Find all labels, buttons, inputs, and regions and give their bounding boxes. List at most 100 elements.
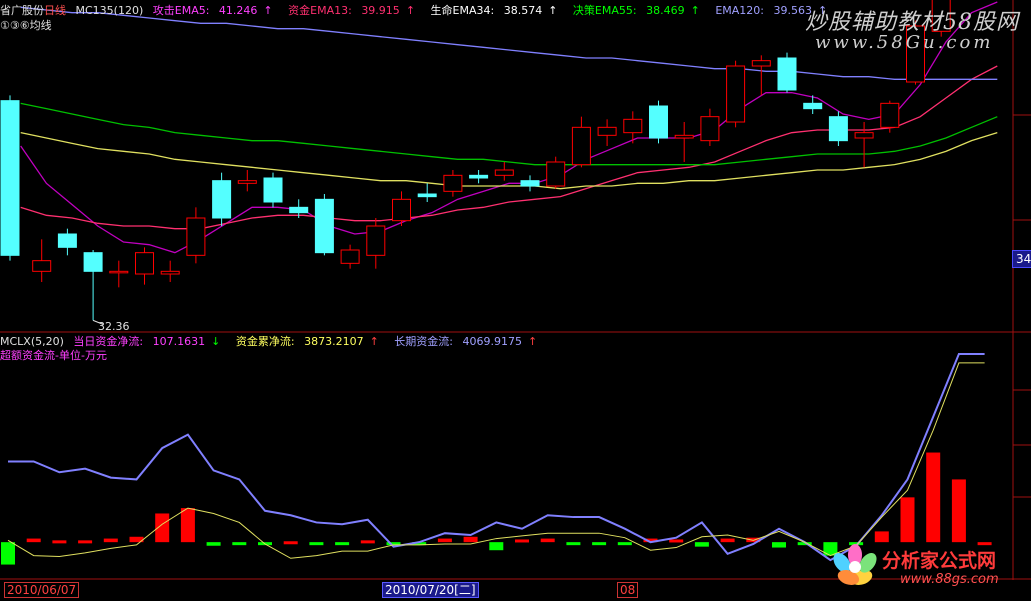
cum-flow-label: 资金累净流: xyxy=(235,335,295,348)
flow-bar xyxy=(926,452,941,543)
flow-bar xyxy=(26,538,41,543)
ema5-label: 攻击EMA5: xyxy=(152,4,210,17)
candle-body xyxy=(571,126,591,166)
flow-bar xyxy=(592,542,607,546)
watermark-url: www.58Gu.com xyxy=(815,32,994,53)
flower-icon xyxy=(833,544,877,585)
up-arrow-icon: ↑ xyxy=(548,4,558,17)
flow-bar xyxy=(463,536,478,543)
candle-body xyxy=(828,116,848,142)
daily-flow-value: 107.1631 xyxy=(152,335,206,348)
candle-body xyxy=(237,180,257,184)
flow-bar xyxy=(232,542,247,546)
candle-body xyxy=(880,102,900,128)
flow-bar xyxy=(437,538,452,543)
indicator-sub-label: 超额资金流-单位-万元 xyxy=(0,349,107,362)
period-label[interactable]: 日线 xyxy=(44,4,66,17)
ema34-value: 38.574 xyxy=(503,4,543,17)
ema120-label: EMA120: xyxy=(715,4,764,17)
date-selected[interactable]: 2010/07/20[二] xyxy=(382,582,479,598)
flow-bar xyxy=(951,479,966,543)
candle-body xyxy=(597,126,617,136)
date-right[interactable]: 08 xyxy=(617,582,639,598)
candle-body xyxy=(160,270,180,275)
candle-body xyxy=(263,177,283,203)
flow-bar xyxy=(669,539,684,543)
up-arrow-icon: ↑ xyxy=(263,4,273,17)
brand-url: www.88gs.com xyxy=(900,572,999,587)
flow-bar xyxy=(103,538,118,543)
flow-bar xyxy=(720,538,735,543)
candle-body xyxy=(520,180,540,187)
candle-body xyxy=(109,270,129,274)
up-arrow-icon: ↑ xyxy=(690,4,700,17)
flow-bar xyxy=(283,541,298,545)
brand-logo: 分析家公式网 www.88gs.com xyxy=(830,540,1030,595)
ma-sub-label: ①③⑥均线 xyxy=(0,19,52,32)
brand-name: 分析家公式网 xyxy=(882,550,997,572)
candle-body xyxy=(674,134,694,139)
flow-bar xyxy=(489,542,504,551)
stock-chart[interactable] xyxy=(0,0,1031,601)
flow-bar xyxy=(309,542,324,546)
down-arrow-icon: ↓ xyxy=(211,335,221,348)
low-price-marker: 32.36 xyxy=(98,320,130,333)
candle-body xyxy=(726,65,746,123)
candle-body xyxy=(32,260,52,272)
flow-bar xyxy=(335,542,350,546)
long-flow-value: 4069.9175 xyxy=(462,335,523,348)
stock-name: 省广股份 xyxy=(0,4,44,17)
candle-body xyxy=(623,118,643,134)
flow-bar xyxy=(180,508,195,543)
candle-body xyxy=(186,217,206,256)
candle-body xyxy=(212,180,232,219)
candle-body xyxy=(0,100,20,256)
flow-bar xyxy=(78,540,93,544)
ema13-label: 资金EMA13: xyxy=(288,4,352,17)
ema34-label: 生命EMA34: xyxy=(430,4,495,17)
candle-body xyxy=(340,249,360,264)
candle-body xyxy=(803,102,823,110)
candle-body xyxy=(417,193,437,198)
ema5-value: 41.246 xyxy=(218,4,258,17)
chart-background xyxy=(0,0,1031,601)
candle-body xyxy=(83,252,103,272)
ema55-label: 决策EMA55: xyxy=(572,4,637,17)
flow-bar xyxy=(360,540,375,544)
flow-bar xyxy=(1,542,15,565)
up-arrow-icon: ↑ xyxy=(369,335,379,348)
candle-body xyxy=(854,132,874,139)
mc-label: MC135(120) xyxy=(75,4,144,17)
candle-body xyxy=(392,198,411,222)
candle-body xyxy=(494,169,514,176)
candle-body xyxy=(57,233,77,248)
ema55-value: 38.469 xyxy=(646,4,685,17)
date-left[interactable]: 2010/06/07 xyxy=(4,582,80,598)
candle-body xyxy=(700,116,720,142)
flow-bar xyxy=(617,542,632,546)
flow-bar xyxy=(540,538,555,543)
up-arrow-icon: ↑ xyxy=(528,335,538,348)
price-axis-label: 34 xyxy=(1012,250,1031,268)
flow-bar xyxy=(52,540,67,544)
ema13-value: 39.915 xyxy=(361,4,400,17)
flow-bar xyxy=(566,542,581,546)
candle-body xyxy=(777,57,797,91)
candle-body xyxy=(135,252,154,275)
candle-body xyxy=(649,105,668,139)
flow-bar xyxy=(772,542,786,548)
candle-body xyxy=(443,174,463,192)
flow-bar xyxy=(206,542,221,546)
candle-body xyxy=(751,60,771,67)
up-arrow-icon: ↑ xyxy=(405,4,416,17)
candle-body xyxy=(366,225,386,256)
candle-body xyxy=(289,206,309,214)
candle-body xyxy=(469,174,489,179)
flow-bar xyxy=(694,542,709,547)
price-legend: 省广股份日线 MC135(120) 攻击EMA5: 41.246 ↑ 资金EMA1… xyxy=(0,2,839,18)
flow-bar xyxy=(515,539,529,543)
candle-body xyxy=(546,161,566,187)
candle-body xyxy=(314,198,334,254)
cum-flow-value: 3873.2107 xyxy=(304,335,364,348)
flow-bar xyxy=(900,497,915,543)
